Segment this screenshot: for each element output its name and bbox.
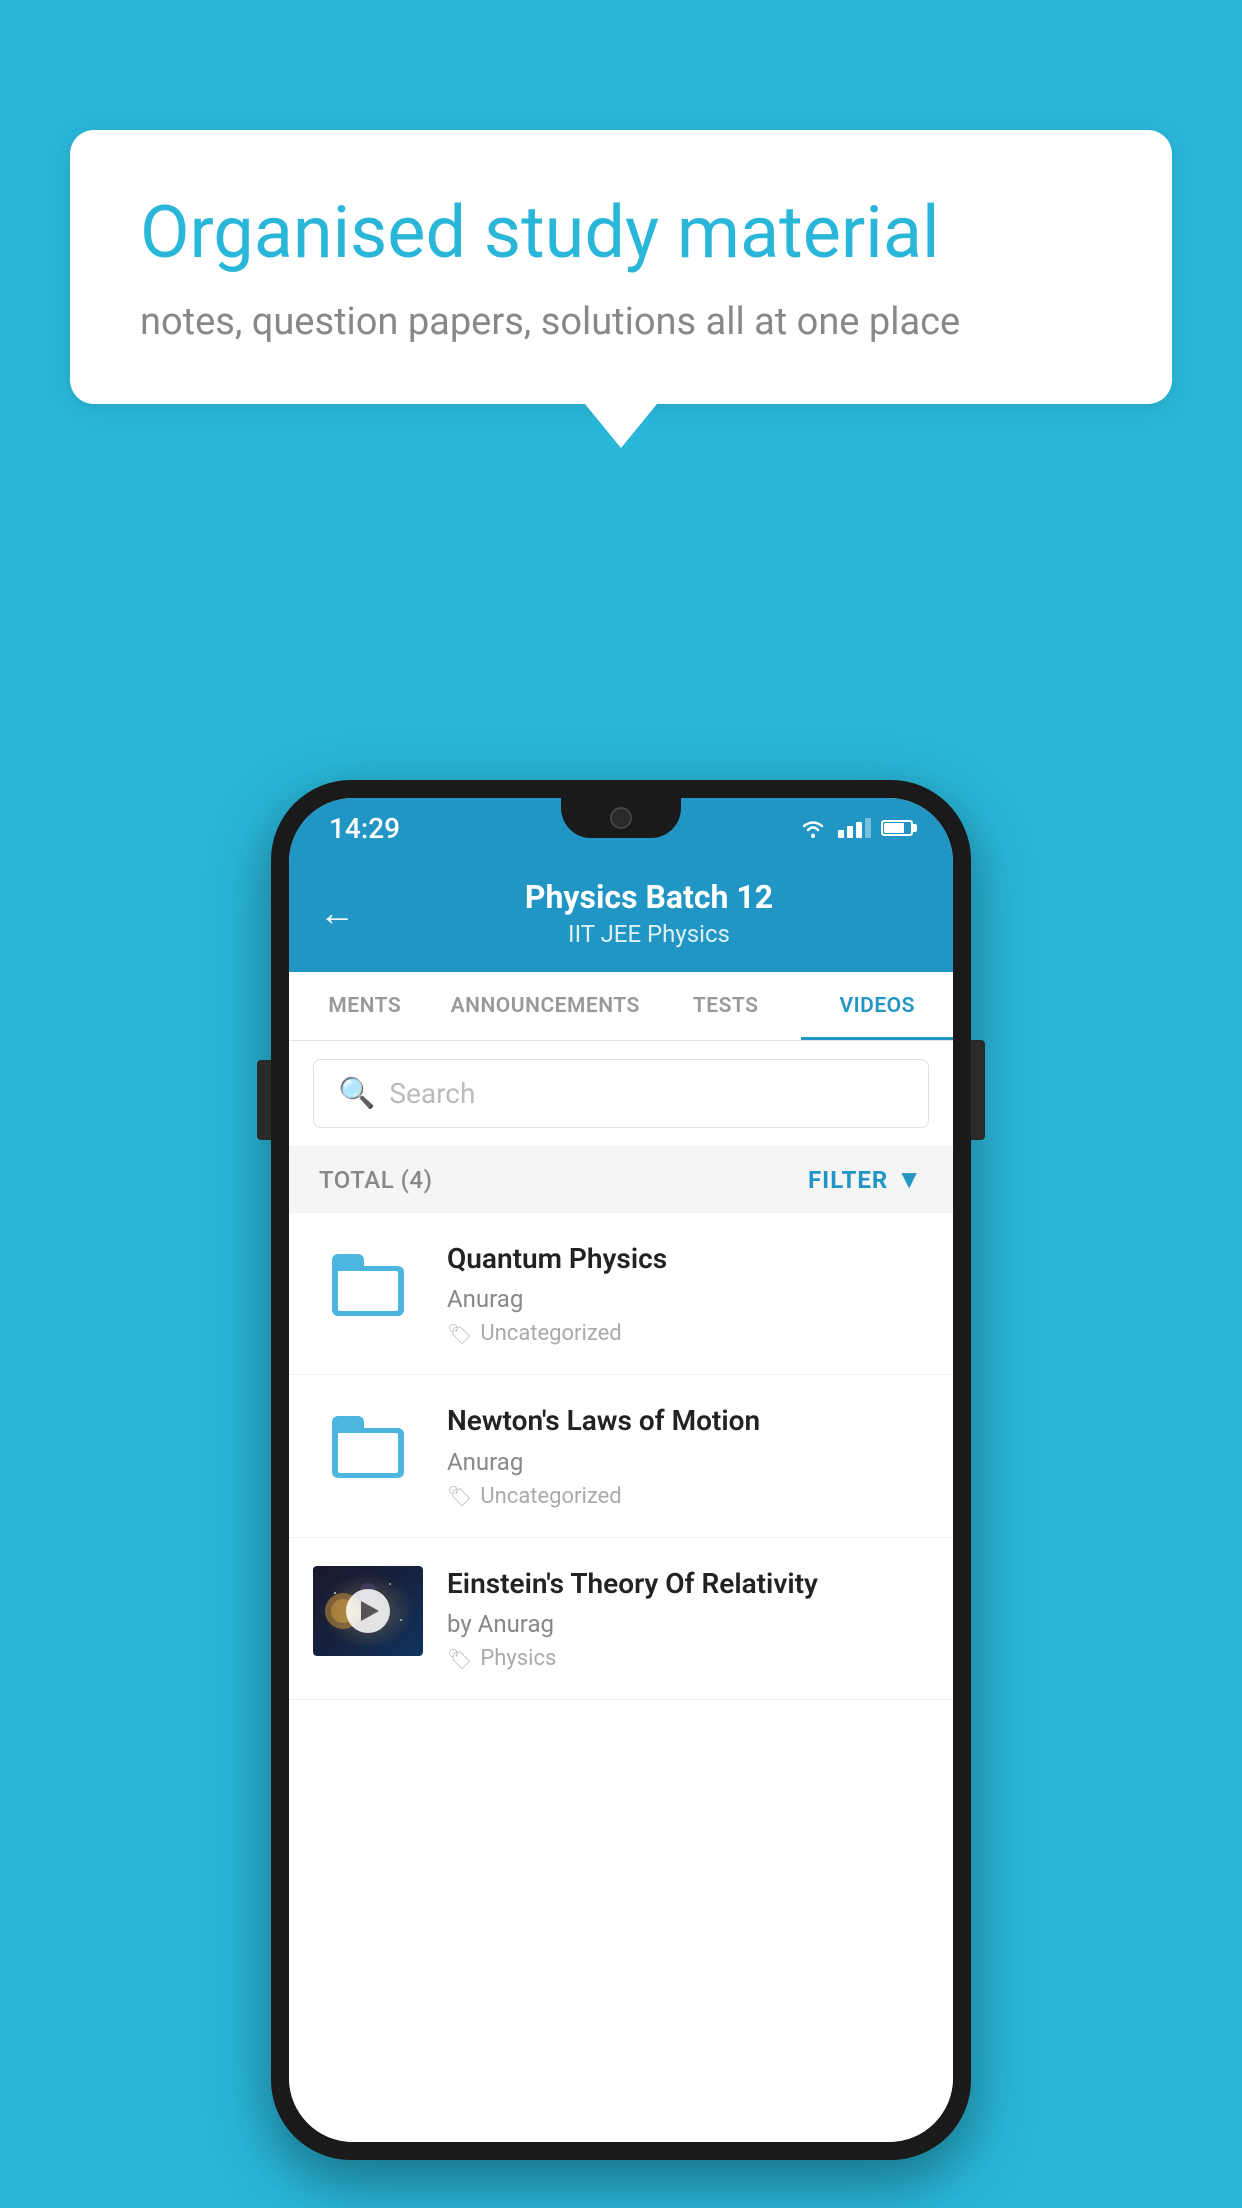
- folder-icon-wrapper: [313, 1241, 423, 1331]
- speech-bubble: Organised study material notes, question…: [70, 130, 1172, 404]
- search-container: 🔍 Search: [289, 1041, 953, 1146]
- video-author: by Anurag: [447, 1610, 929, 1638]
- tab-videos[interactable]: VIDEOS: [801, 972, 953, 1040]
- status-time: 14:29: [329, 812, 400, 845]
- video-title: Quantum Physics: [447, 1241, 929, 1277]
- status-icons: [798, 817, 913, 839]
- video-info: Quantum Physics Anurag 🏷 Uncategorized: [447, 1241, 929, 1346]
- filter-button[interactable]: FILTER ▼: [808, 1164, 923, 1195]
- video-info: Newton's Laws of Motion Anurag 🏷 Uncateg…: [447, 1403, 929, 1508]
- header-subtitle: IIT JEE Physics: [375, 920, 923, 948]
- wifi-icon: [798, 817, 828, 839]
- list-item[interactable]: Quantum Physics Anurag 🏷 Uncategorized: [289, 1213, 953, 1375]
- video-tag: 🏷 Physics: [447, 1646, 929, 1671]
- video-tag: 🏷 Uncategorized: [447, 1321, 929, 1346]
- header-title-group: Physics Batch 12 IIT JEE Physics: [375, 878, 923, 948]
- video-info: Einstein's Theory Of Relativity by Anura…: [447, 1566, 929, 1671]
- speech-bubble-subtitle: notes, question papers, solutions all at…: [140, 300, 1102, 344]
- search-icon: 🔍: [338, 1076, 375, 1111]
- camera-dot: [610, 807, 632, 829]
- tag-label: Uncategorized: [480, 1321, 621, 1346]
- filter-label: FILTER: [808, 1166, 888, 1194]
- phone-screen: 14:29: [289, 798, 953, 2142]
- search-placeholder: Search: [389, 1077, 475, 1110]
- tag-icon: 🏷: [447, 1484, 472, 1508]
- notch: [561, 798, 681, 838]
- search-bar[interactable]: 🔍 Search: [313, 1059, 929, 1128]
- video-tag: 🏷 Uncategorized: [447, 1484, 929, 1509]
- filter-icon: ▼: [896, 1164, 923, 1195]
- folder-icon: [332, 1256, 404, 1316]
- phone-wrapper: 14:29: [271, 780, 971, 2160]
- app-header: ← Physics Batch 12 IIT JEE Physics: [289, 858, 953, 972]
- play-button[interactable]: [346, 1589, 390, 1633]
- back-button[interactable]: ←: [319, 892, 355, 934]
- tab-announcements[interactable]: ANNOUNCEMENTS: [441, 972, 650, 1040]
- signal-icon: [838, 818, 871, 838]
- tab-ments[interactable]: MENTS: [289, 972, 441, 1040]
- speech-bubble-title: Organised study material: [140, 190, 1102, 276]
- list-item[interactable]: Newton's Laws of Motion Anurag 🏷 Uncateg…: [289, 1375, 953, 1537]
- video-author: Anurag: [447, 1285, 929, 1313]
- tag-label: Physics: [480, 1646, 556, 1671]
- video-title: Newton's Laws of Motion: [447, 1403, 929, 1439]
- play-triangle-icon: [361, 1601, 379, 1621]
- video-title: Einstein's Theory Of Relativity: [447, 1566, 929, 1602]
- tag-label: Uncategorized: [480, 1484, 621, 1509]
- folder-icon-wrapper: [313, 1403, 423, 1493]
- header-title: Physics Batch 12: [375, 878, 923, 916]
- total-count-label: TOTAL (4): [319, 1166, 432, 1194]
- video-list: Quantum Physics Anurag 🏷 Uncategorized: [289, 1213, 953, 2142]
- video-author: Anurag: [447, 1448, 929, 1476]
- tab-tests[interactable]: TESTS: [650, 972, 802, 1040]
- tag-icon: 🏷: [447, 1322, 472, 1346]
- tabs-bar: MENTS ANNOUNCEMENTS TESTS VIDEOS: [289, 972, 953, 1041]
- phone-outer: 14:29: [271, 780, 971, 2160]
- video-thumbnail: [313, 1566, 423, 1656]
- battery-icon: [881, 820, 913, 836]
- filter-row: TOTAL (4) FILTER ▼: [289, 1146, 953, 1213]
- status-bar: 14:29: [289, 798, 953, 858]
- tag-icon: 🏷: [447, 1647, 472, 1671]
- speech-bubble-arrow: [585, 404, 657, 448]
- folder-icon: [332, 1418, 404, 1478]
- list-item[interactable]: Einstein's Theory Of Relativity by Anura…: [289, 1538, 953, 1700]
- speech-bubble-wrapper: Organised study material notes, question…: [70, 130, 1172, 448]
